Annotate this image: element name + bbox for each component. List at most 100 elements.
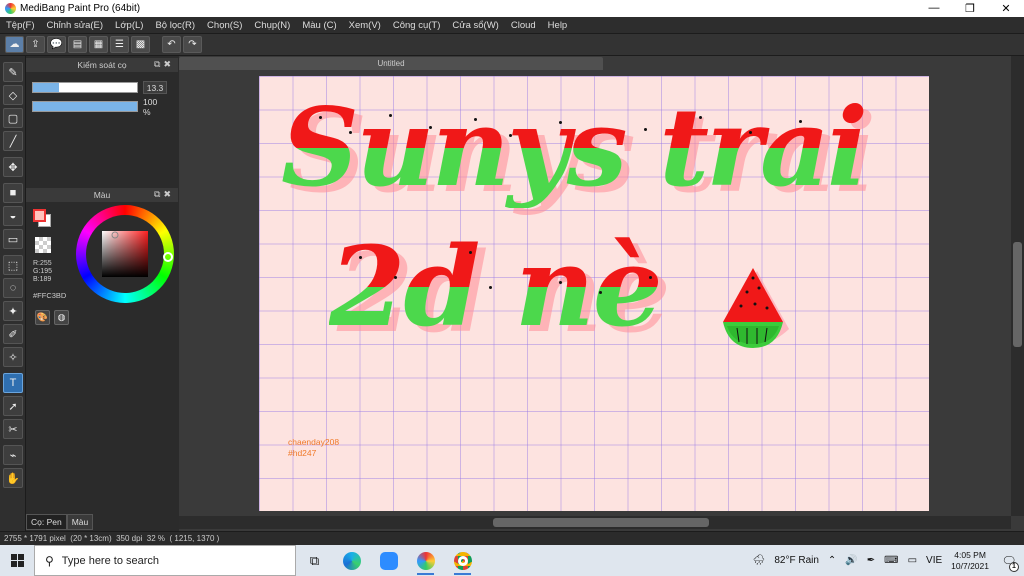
move-tool-icon[interactable]: ✥ xyxy=(3,157,23,177)
windows-taskbar: ⚲ Type here to search ⧉ 🌧 82°F Rain ⌃ 🔊 … xyxy=(0,545,1024,576)
seed xyxy=(699,116,702,119)
zoom-app-icon[interactable] xyxy=(370,545,407,576)
title-line2: 2d nè xyxy=(329,222,663,351)
menu-window[interactable]: Cửa sổ(W) xyxy=(446,20,504,31)
panel-popout-close-icon[interactable]: ⧉✖ xyxy=(154,189,174,200)
panel-popout-close-icon[interactable]: ⧉✖ xyxy=(154,59,174,70)
menu-view[interactable]: Xem(V) xyxy=(343,20,387,31)
pen-icon[interactable]: ✒ xyxy=(867,555,875,566)
status-bar: 2755 * 1791 pixel (20 * 13cm) 350 dpi 32… xyxy=(0,531,1024,545)
eyedropper-tool-icon[interactable]: ⌁ xyxy=(3,445,23,465)
gradient-tool-icon[interactable]: ▭ xyxy=(3,229,23,249)
undo-icon[interactable]: ↶ xyxy=(162,36,181,53)
search-placeholder: Type here to search xyxy=(61,554,160,567)
start-button[interactable] xyxy=(0,545,34,576)
redo-icon[interactable]: ↷ xyxy=(183,36,202,53)
transparent-color-swatch[interactable] xyxy=(35,237,51,253)
lasso-tool-icon[interactable]: ◌ xyxy=(3,278,23,298)
red-value: R:255 xyxy=(33,260,52,267)
window-title: MediBang Paint Pro (64bit) xyxy=(20,3,141,14)
tab-brush[interactable]: Cọ: Pen xyxy=(26,514,67,530)
watermelon-slice-icon xyxy=(723,268,789,348)
list-icon[interactable]: ☰ xyxy=(110,36,129,53)
notification-center-icon[interactable]: 🗨 1 xyxy=(998,550,1020,572)
medibang-app-icon xyxy=(5,3,16,14)
select-eraser-tool-icon[interactable]: ✧ xyxy=(3,347,23,367)
vertical-scroll-thumb[interactable] xyxy=(1013,242,1022,347)
line-tool-icon[interactable]: ╱ xyxy=(3,131,23,151)
magic-wand-tool-icon[interactable]: ✦ xyxy=(3,301,23,321)
menu-file[interactable]: Tệp(F) xyxy=(0,20,41,31)
search-icon: ⚲ xyxy=(45,553,54,568)
text-tool-icon[interactable]: T xyxy=(3,373,23,393)
keyboard-icon[interactable]: ⌨ xyxy=(884,555,898,566)
fill-rect-tool-icon[interactable]: ■ xyxy=(3,183,23,203)
document-icon[interactable]: ▦ xyxy=(89,36,108,53)
input-language[interactable]: VIE xyxy=(926,555,942,566)
comment-icon[interactable]: 💬 xyxy=(47,36,66,53)
brush-opacity-slider[interactable] xyxy=(32,101,138,112)
share-icon[interactable]: ⇪ xyxy=(26,36,45,53)
cursor-coords: ( 1215, 1370 ) xyxy=(169,534,220,543)
title-line1: Sunys trai xyxy=(281,85,868,211)
foreground-color-swatch[interactable] xyxy=(33,209,46,222)
menu-cloud[interactable]: Cloud xyxy=(505,20,542,31)
grid-icon[interactable]: ▩ xyxy=(131,36,150,53)
shape-tool-icon[interactable]: ▢ xyxy=(3,108,23,128)
vertical-scrollbar[interactable] xyxy=(1011,56,1024,516)
brush-size-value[interactable]: 13.3 xyxy=(143,81,167,94)
drawing-canvas[interactable]: Sunys trai Sunys trai 2d nè 2d nè chaend… xyxy=(259,76,929,511)
notification-count: 1 xyxy=(1009,561,1019,572)
zoom-level: 32 % xyxy=(146,534,166,543)
divide-tool-icon[interactable]: ✂ xyxy=(3,419,23,439)
edge-browser-icon[interactable] xyxy=(333,545,370,576)
minimize-button[interactable]: — xyxy=(916,2,952,15)
operation-tool-icon[interactable]: ➚ xyxy=(3,396,23,416)
color-panel: Màu ⧉✖ R:255 G:195 B:189 #FFC3BD 🎨 ◍ xyxy=(26,188,178,325)
menu-color[interactable]: Màu (C) xyxy=(296,20,342,31)
bucket-tool-icon[interactable]: ◒ xyxy=(3,206,23,226)
cloud-icon[interactable]: ☁ xyxy=(5,36,24,53)
taskbar-search-box[interactable]: ⚲ Type here to search xyxy=(34,545,296,576)
volume-icon[interactable]: 🔊 xyxy=(845,555,857,566)
eraser-tool-icon[interactable]: ◇ xyxy=(3,85,23,105)
close-button[interactable]: ✕ xyxy=(988,2,1024,15)
medibang-taskbar-icon[interactable] xyxy=(407,545,444,576)
chat-icon[interactable]: ▤ xyxy=(68,36,87,53)
window-controls: — ❐ ✕ xyxy=(916,2,1024,15)
palette-icon[interactable]: 🎨 xyxy=(35,310,50,325)
chrome-browser-icon[interactable] xyxy=(444,545,481,576)
brush-opacity-value: 100 % xyxy=(143,96,158,117)
document-tab[interactable]: Untitled xyxy=(179,57,603,70)
menu-snap[interactable]: Chụp(N) xyxy=(248,20,296,31)
canvas-credits: chaenday208 #hd247 xyxy=(288,437,339,459)
menu-help[interactable]: Help xyxy=(542,20,574,31)
horizontal-scroll-thumb[interactable] xyxy=(493,518,709,527)
display-icon[interactable]: ▭ xyxy=(908,555,917,566)
select-pen-tool-icon[interactable]: ✐ xyxy=(3,324,23,344)
color-panel-header: Màu ⧉✖ xyxy=(26,188,178,202)
palette-settings-icon[interactable]: ◍ xyxy=(54,310,69,325)
menu-tools[interactable]: Công cụ(T) xyxy=(387,20,447,31)
restore-button[interactable]: ❐ xyxy=(952,2,988,15)
menu-edit[interactable]: Chỉnh sửa(E) xyxy=(41,20,110,31)
clock-time: 4:05 PM xyxy=(954,549,986,560)
horizontal-scrollbar[interactable] xyxy=(179,516,1011,529)
menu-filter[interactable]: Bộ lọc(R) xyxy=(149,20,201,31)
image-size-cm: (20 * 13cm) xyxy=(70,534,112,543)
credit-author: chaenday208 xyxy=(288,437,340,447)
brush-tool-icon[interactable]: ✎ xyxy=(3,62,23,82)
hand-tool-icon[interactable]: ✋ xyxy=(3,468,23,488)
weather-text[interactable]: 82°F Rain xyxy=(774,555,819,566)
taskbar-clock[interactable]: 4:05 PM 10/7/2021 xyxy=(951,550,989,572)
weather-icon[interactable]: 🌧 xyxy=(753,555,766,566)
menu-select[interactable]: Chọn(S) xyxy=(201,20,248,31)
tray-chevron-icon[interactable]: ⌃ xyxy=(828,555,836,566)
color-wheel[interactable] xyxy=(76,205,174,303)
menu-layer[interactable]: Lớp(L) xyxy=(109,20,149,31)
select-rect-tool-icon[interactable]: ⬚ xyxy=(3,255,23,275)
brush-size-slider[interactable] xyxy=(32,82,138,93)
task-view-icon[interactable]: ⧉ xyxy=(296,545,333,576)
tab-color[interactable]: Màu xyxy=(66,514,94,530)
seed xyxy=(559,281,562,284)
